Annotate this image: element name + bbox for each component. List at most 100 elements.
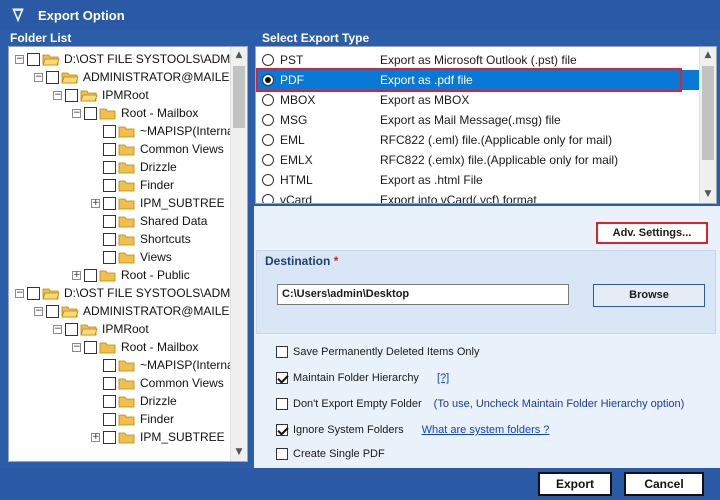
tree-row[interactable]: Shared Data [9,212,231,230]
radio-button[interactable] [262,194,274,203]
tree-checkbox[interactable] [46,304,59,318]
tree-row[interactable]: Common Views [9,374,231,392]
tree-row-content: Shortcuts [91,230,191,248]
tree-checkbox[interactable] [103,430,116,444]
adv-settings-button[interactable]: Adv. Settings... [596,222,708,244]
tree-row[interactable]: − D:\OST FILE SYSTOOLS\ADMINIS [9,284,247,302]
maintain-hierarchy-checkbox[interactable] [276,372,288,384]
ignore-system-checkbox[interactable] [276,424,288,436]
tree-row[interactable]: ~MAPISP(Interna [9,356,234,374]
tree-checkbox[interactable] [27,286,40,300]
tree-checkbox[interactable] [103,214,116,228]
save-deleted-option[interactable]: Save Permanently Deleted Items Only [276,344,479,360]
tree-checkbox[interactable] [103,250,116,264]
tree-checkbox[interactable] [103,124,116,138]
tree-checkbox[interactable] [84,106,97,120]
radio-button[interactable] [262,174,274,186]
tree-checkbox[interactable] [103,412,116,426]
system-folders-link[interactable]: What are system folders ? [422,424,550,436]
export-option-emlx[interactable]: EMLX RFC822 (.emlx) file.(Applicable only… [256,150,700,170]
radio-button[interactable] [262,154,274,166]
tree-row[interactable]: − ADMINISTRATOR@MAILEXC [9,302,246,320]
tree-row[interactable]: Drizzle [9,158,231,176]
scroll-up-icon[interactable]: ▲ [700,47,716,64]
radio-button[interactable] [262,114,274,126]
tree-row[interactable]: Finder [9,176,231,194]
radio-button[interactable] [262,94,274,106]
tree-checkbox[interactable] [103,394,116,408]
scroll-down-icon[interactable]: ▼ [700,186,716,203]
collapse-icon[interactable]: − [53,90,62,100]
collapse-icon[interactable]: − [72,342,81,352]
expand-icon[interactable]: + [91,198,100,208]
collapse-icon[interactable]: − [53,324,62,334]
tree-checkbox[interactable] [103,376,116,390]
export-option-eml[interactable]: EML RFC822 (.eml) file.(Applicable only f… [256,130,700,150]
single-pdf-checkbox[interactable] [276,448,288,460]
tree-row[interactable]: − IPMRoot [9,320,231,338]
radio-button[interactable] [262,54,274,66]
tree-row[interactable]: − Root - Mailbox [9,338,231,356]
folder-tree-scrollbar[interactable]: ▲ ▼ [230,47,247,461]
export-option-msg[interactable]: MSG Export as Mail Message(.msg) file [256,110,700,130]
maintain-hierarchy-option[interactable]: Maintain Folder Hierarchy [?] [276,370,449,386]
tree-row[interactable]: Views [9,248,231,266]
tree-checkbox[interactable] [46,70,59,84]
tree-checkbox[interactable] [65,322,78,336]
collapse-icon[interactable]: − [72,108,81,118]
scroll-thumb[interactable] [702,66,714,160]
ignore-system-option[interactable]: Ignore System Folders What are system fo… [276,422,549,438]
collapse-icon[interactable]: − [34,306,43,316]
scroll-thumb[interactable] [233,66,245,128]
tree-row[interactable]: − D:\OST FILE SYSTOOLS\ADMINIS [9,50,247,68]
destination-input[interactable]: C:\Users\admin\Desktop [277,284,569,305]
export-type-scrollbar[interactable]: ▲ ▼ [699,47,716,203]
tree-row[interactable]: Drizzle [9,392,231,410]
footer-bar [0,468,720,500]
tree-row-content: − D:\OST FILE SYSTOOLS\ADMINIS [15,50,247,68]
hierarchy-help-link[interactable]: [?] [437,372,449,384]
tree-checkbox[interactable] [103,358,116,372]
tree-row[interactable]: Shortcuts [9,230,231,248]
cancel-button[interactable]: Cancel [624,472,704,496]
export-option-html[interactable]: HTML Export as .html File [256,170,700,190]
tree-checkbox[interactable] [65,88,78,102]
collapse-icon[interactable]: − [15,54,24,64]
folder-icon [118,414,135,425]
scroll-down-icon[interactable]: ▼ [231,444,247,461]
tree-row[interactable]: − ADMINISTRATOR@MAILEXC [9,68,246,86]
browse-button[interactable]: Browse [593,284,705,307]
radio-button[interactable] [262,134,274,146]
tree-row[interactable]: + Root - Public [9,266,231,284]
tree-row[interactable]: + IPM_SUBTREE [9,428,231,446]
tree-checkbox[interactable] [103,160,116,174]
tree-checkbox[interactable] [103,196,116,210]
save-deleted-checkbox[interactable] [276,346,288,358]
scroll-up-icon[interactable]: ▲ [231,47,247,64]
dont-export-empty-option[interactable]: Don't Export Empty Folder (To use, Unche… [276,396,684,412]
export-option-pst[interactable]: PST Export as Microsoft Outlook (.pst) fi… [256,50,700,70]
expand-icon[interactable]: + [91,432,100,442]
folder-tree[interactable]: − D:\OST FILE SYSTOOLS\ADMINIS − ADMINISTRA… [8,46,248,462]
tree-checkbox[interactable] [84,340,97,354]
tree-row[interactable]: Finder [9,410,231,428]
tree-row[interactable]: + IPM_SUBTREE [9,194,231,212]
tree-row[interactable]: − Root - Mailbox [9,104,231,122]
folder-icon [99,270,116,281]
tree-checkbox[interactable] [103,178,116,192]
tree-row[interactable]: ~MAPISP(Interna [9,122,234,140]
dont-export-empty-checkbox[interactable] [276,398,288,410]
tree-row[interactable]: Common Views [9,140,231,158]
tree-checkbox[interactable] [103,142,116,156]
expand-icon[interactable]: + [72,270,81,280]
export-button[interactable]: Export [538,472,612,496]
collapse-icon[interactable]: − [34,72,43,82]
tree-checkbox[interactable] [103,232,116,246]
tree-checkbox[interactable] [27,52,40,66]
export-option-mbox[interactable]: MBOX Export as MBOX [256,90,700,110]
collapse-icon[interactable]: − [15,288,24,298]
single-pdf-option[interactable]: Create Single PDF [276,446,385,462]
export-option-vcard[interactable]: vCard Export into vCard(.vcf) format [256,190,700,203]
tree-row[interactable]: − IPMRoot [9,86,231,104]
tree-checkbox[interactable] [84,268,97,282]
